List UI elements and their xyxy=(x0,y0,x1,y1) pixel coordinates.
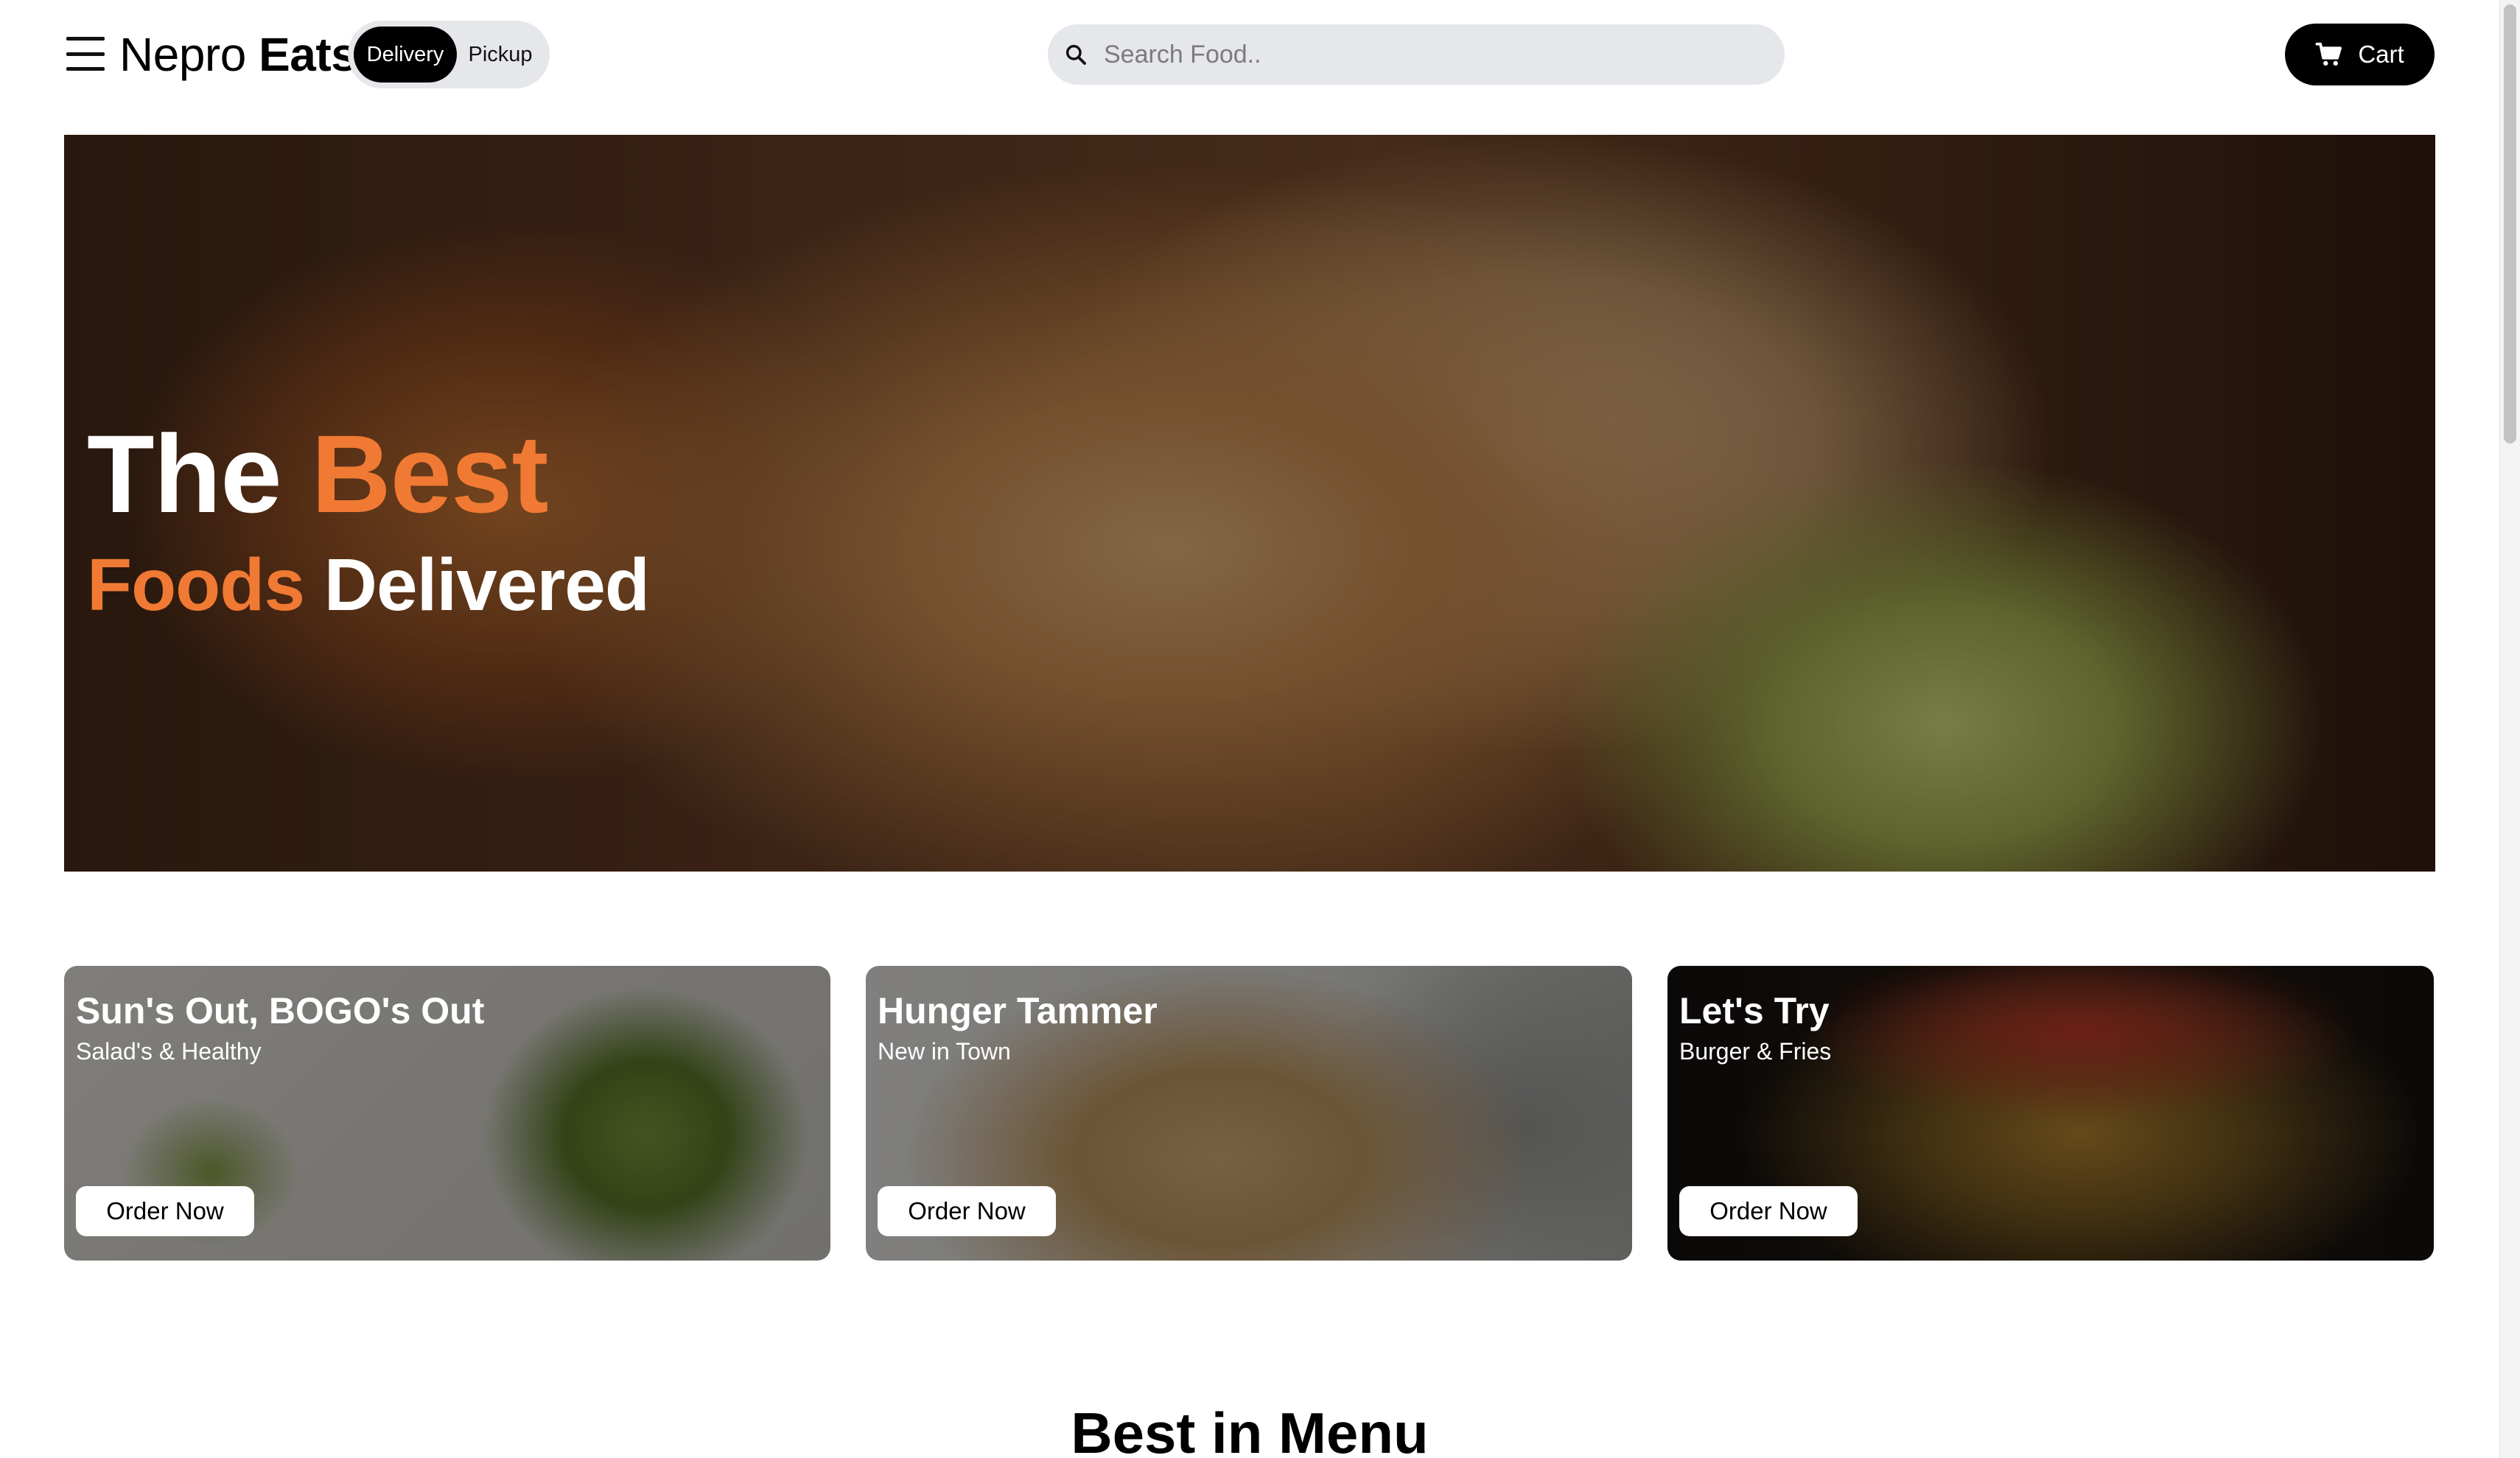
search-input[interactable] xyxy=(1104,40,1767,69)
promo-subtitle: Burger & Fries xyxy=(1679,1038,1832,1065)
cart-icon xyxy=(2315,42,2342,66)
brand-logo[interactable]: Nepro Eats xyxy=(119,25,357,84)
hero-headline-line2: Foods Delivered xyxy=(87,541,650,629)
hero-word-the: The xyxy=(87,412,282,536)
promo-title: Sun's Out, BOGO's Out xyxy=(76,990,485,1031)
hero-word-delivered: Delivered xyxy=(323,544,650,626)
delivery-pickup-toggle: Delivery Pickup xyxy=(348,21,550,88)
promo-subtitle: New in Town xyxy=(878,1038,1011,1065)
search-icon xyxy=(1065,44,1086,65)
order-now-button[interactable]: Order Now xyxy=(878,1186,1056,1236)
brand-name-second: Eats xyxy=(259,28,357,81)
promo-title: Let's Try xyxy=(1679,990,1830,1031)
promo-subtitle: Salad's & Healthy xyxy=(76,1038,262,1065)
hero-word-best: Best xyxy=(311,412,548,536)
promo-card-pasta[interactable]: Hunger Tammer New in Town Order Now xyxy=(866,966,1632,1261)
top-nav: Nepro Eats Delivery Pickup Cart xyxy=(0,0,2499,111)
order-now-button[interactable]: Order Now xyxy=(76,1186,254,1236)
hero-headline-line1: The Best xyxy=(87,418,649,529)
delivery-option[interactable]: Delivery xyxy=(354,27,457,83)
brand-name-first: Nepro xyxy=(119,28,246,81)
cart-button[interactable]: Cart xyxy=(2285,24,2435,85)
page-scrollbar[interactable] xyxy=(2499,0,2520,1458)
cart-label: Cart xyxy=(2358,41,2404,68)
best-in-menu-heading: Best in Menu xyxy=(1071,1401,1429,1458)
pickup-option[interactable]: Pickup xyxy=(457,27,544,83)
page: Nepro Eats Delivery Pickup Cart xyxy=(0,0,2520,1458)
hamburger-menu-icon[interactable] xyxy=(66,37,105,71)
promo-card-salad[interactable]: Sun's Out, BOGO's Out Salad's & Healthy … xyxy=(64,966,830,1261)
hero-word-foods: Foods xyxy=(87,544,305,626)
hero-banner: The Best Foods Delivered xyxy=(64,135,2435,872)
promo-title: Hunger Tammer xyxy=(878,990,1158,1031)
order-now-button[interactable]: Order Now xyxy=(1679,1186,1858,1236)
hero-headline: The Best Foods Delivered xyxy=(87,418,650,629)
promo-card-burger[interactable]: Let's Try Burger & Fries Order Now xyxy=(1667,966,2434,1261)
scrollbar-thumb[interactable] xyxy=(2504,4,2516,444)
search-bar xyxy=(1048,24,1785,85)
